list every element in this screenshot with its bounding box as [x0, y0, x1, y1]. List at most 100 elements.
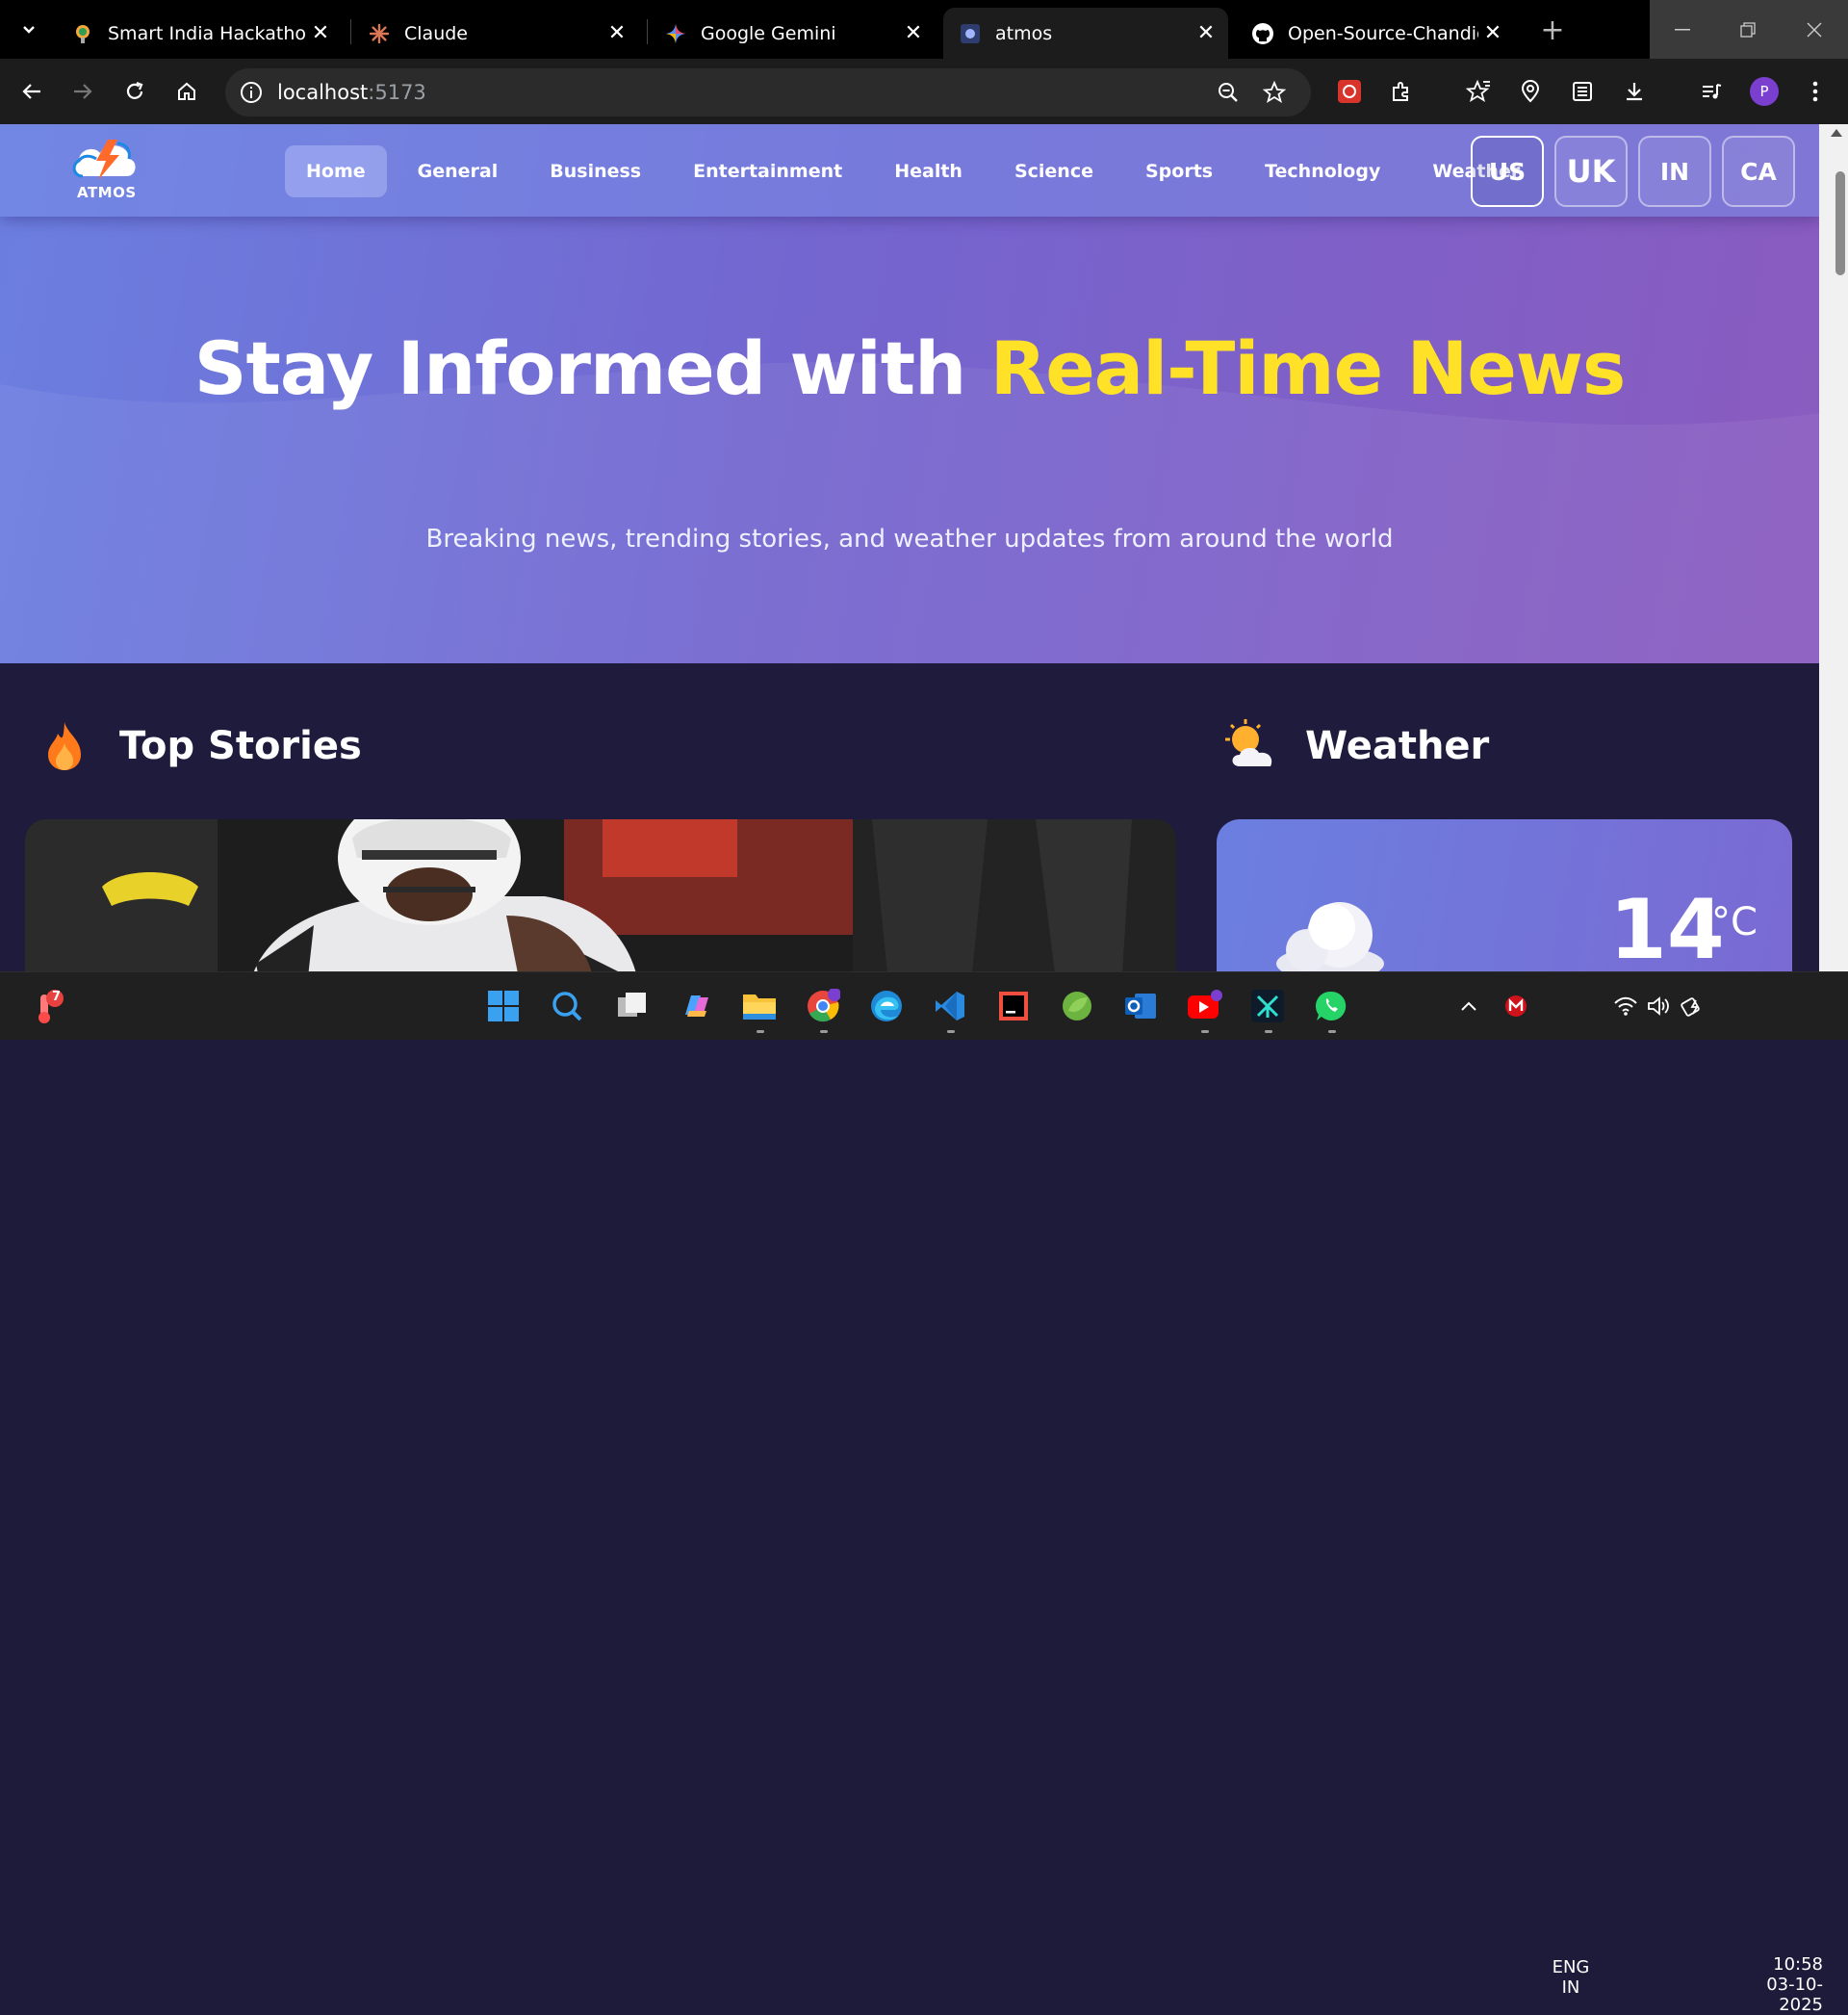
hero-title-highlight: Real-Time News — [989, 325, 1626, 411]
smart-india-hackathon-favicon — [71, 22, 94, 45]
search-icon[interactable] — [547, 986, 587, 1026]
site-navbar: ATMOS Home General Business Entertainmen… — [0, 124, 1819, 217]
close-icon[interactable]: ✕ — [1478, 19, 1507, 48]
top-story-card[interactable] — [25, 819, 1176, 971]
kebab-menu-icon[interactable] — [1796, 72, 1835, 111]
sun-behind-cloud-icon — [1225, 719, 1272, 766]
extensions-puzzle-icon[interactable] — [1382, 72, 1421, 111]
nav-general[interactable]: General — [397, 145, 520, 197]
country-button-ca[interactable]: CA — [1722, 136, 1795, 207]
zoom-icon[interactable] — [1209, 73, 1247, 112]
region-code: IN — [1561, 1977, 1580, 1998]
weather-temperature-unit: °C — [1711, 900, 1758, 944]
minimize-icon[interactable] — [1650, 0, 1715, 59]
site-info-icon[interactable] — [237, 78, 266, 107]
hero-subtitle: Breaking news, trending stories, and wea… — [425, 525, 1394, 554]
close-icon[interactable]: ✕ — [306, 19, 335, 48]
download-icon[interactable] — [1615, 72, 1654, 111]
url-text: localhost:5173 — [277, 81, 426, 104]
forward-arrow-icon[interactable] — [64, 72, 102, 111]
close-icon[interactable]: ✕ — [899, 19, 928, 48]
tab-title: Smart India Hackathon — [108, 22, 306, 44]
fire-icon — [48, 722, 81, 770]
app-running-indicator — [947, 1030, 955, 1033]
weather-widget-icon[interactable]: 7 — [27, 986, 67, 1026]
windows-start-icon[interactable] — [483, 986, 524, 1026]
file-explorer-icon[interactable] — [739, 986, 780, 1026]
nav-science[interactable]: Science — [993, 145, 1115, 197]
profile-avatar[interactable]: P — [1750, 77, 1779, 106]
tab-title: atmos — [995, 22, 1053, 44]
tab-google-gemini[interactable]: Google Gemini ✕ — [649, 8, 936, 59]
reload-icon[interactable] — [116, 72, 154, 111]
tab-title: Claude — [404, 22, 468, 44]
favorites-icon[interactable] — [1459, 72, 1498, 111]
intellij-icon[interactable] — [993, 986, 1034, 1026]
whatsapp-icon[interactable] — [1311, 986, 1351, 1026]
scrollbar-thumb[interactable] — [1835, 171, 1845, 275]
close-icon[interactable]: ✕ — [1192, 19, 1220, 48]
atmos-logo[interactable]: ATMOS — [69, 136, 146, 205]
tab-atmos[interactable]: atmos ✕ — [943, 8, 1228, 59]
app-running-indicator — [820, 1030, 828, 1033]
tab-open-source-chandigarh[interactable]: Open-Source-Chandigarh ✕ — [1236, 8, 1515, 59]
top-story-image — [25, 819, 1176, 971]
tab-title: Open-Source-Chandigarh — [1288, 22, 1478, 44]
spring-tool-icon[interactable] — [1057, 986, 1097, 1026]
country-button-uk[interactable]: UK — [1554, 136, 1628, 207]
close-icon[interactable]: ✕ — [603, 19, 631, 48]
bookmark-star-icon[interactable] — [1255, 73, 1294, 112]
task-view-icon[interactable] — [612, 986, 653, 1026]
outlook-icon[interactable] — [1120, 986, 1161, 1026]
nav-sports[interactable]: Sports — [1124, 145, 1234, 197]
country-button-us[interactable]: US — [1471, 136, 1544, 207]
battery-charging-icon[interactable] — [1673, 986, 1713, 1026]
hero-title-main: Stay Informed with — [193, 325, 990, 411]
nav-entertainment[interactable]: Entertainment — [672, 145, 863, 197]
new-tab-plus-icon[interactable]: + — [1536, 13, 1569, 47]
nav-health[interactable]: Health — [873, 145, 984, 197]
clock[interactable]: 10:58 03-10-2025 — [1723, 1954, 1829, 2015]
tab-smart-india-hackathon[interactable]: Smart India Hackathon ✕ — [56, 8, 343, 59]
tab-search-chevron-icon[interactable] — [10, 10, 48, 48]
tab-claude[interactable]: Claude ✕ — [352, 8, 639, 59]
cloud-icon — [1276, 902, 1384, 971]
back-arrow-icon[interactable] — [13, 72, 51, 111]
app-running-indicator — [1265, 1030, 1272, 1033]
reading-list-icon[interactable] — [1563, 72, 1602, 111]
atmos-favicon — [959, 22, 982, 45]
clock-date: 03-10-2025 — [1766, 1975, 1823, 2015]
dev-app-icon[interactable] — [1247, 986, 1288, 1026]
edge-icon[interactable] — [866, 986, 907, 1026]
location-pin-icon[interactable] — [1511, 72, 1550, 111]
scroll-up-arrow-icon[interactable] — [1831, 129, 1842, 137]
logo-text: ATMOS — [77, 184, 137, 201]
home-icon[interactable] — [167, 72, 206, 111]
top-stories-heading: Top Stories — [37, 718, 362, 774]
weather-widget-badge: 7 — [52, 990, 62, 1004]
windows-taskbar: 7 ENG IN 10:58 03-10-2025 — [0, 971, 1848, 2015]
show-hidden-icons-chevron-icon[interactable] — [1449, 986, 1489, 1026]
extension-red-icon[interactable] — [1330, 72, 1369, 111]
mcafee-icon[interactable] — [1496, 986, 1536, 1026]
nav-technology[interactable]: Technology — [1244, 145, 1401, 197]
cloud-lightning-logo-icon — [72, 140, 136, 180]
country-button-in[interactable]: IN — [1638, 136, 1711, 207]
clock-time: 10:58 — [1773, 1954, 1823, 1975]
close-window-icon[interactable] — [1781, 0, 1848, 59]
hero-title: Stay Informed with Real-Time News — [0, 324, 1819, 413]
nav-business[interactable]: Business — [528, 145, 662, 197]
copilot-icon[interactable] — [676, 986, 716, 1026]
vscode-icon[interactable] — [930, 986, 970, 1026]
country-selector: US UK IN CA — [1471, 136, 1806, 207]
top-stories-title: Top Stories — [119, 724, 362, 768]
address-bar[interactable]: localhost:5173 — [225, 68, 1311, 116]
language-indicator[interactable]: ENG IN — [1544, 1957, 1598, 1998]
nav-home[interactable]: Home — [285, 145, 387, 197]
weather-card[interactable]: 14 °C — [1217, 819, 1792, 971]
tab-title: Google Gemini — [701, 22, 836, 44]
chrome-icon[interactable] — [803, 986, 843, 1026]
restore-icon[interactable] — [1715, 0, 1781, 59]
media-control-icon[interactable] — [1692, 72, 1731, 111]
youtube-icon[interactable] — [1184, 986, 1224, 1026]
